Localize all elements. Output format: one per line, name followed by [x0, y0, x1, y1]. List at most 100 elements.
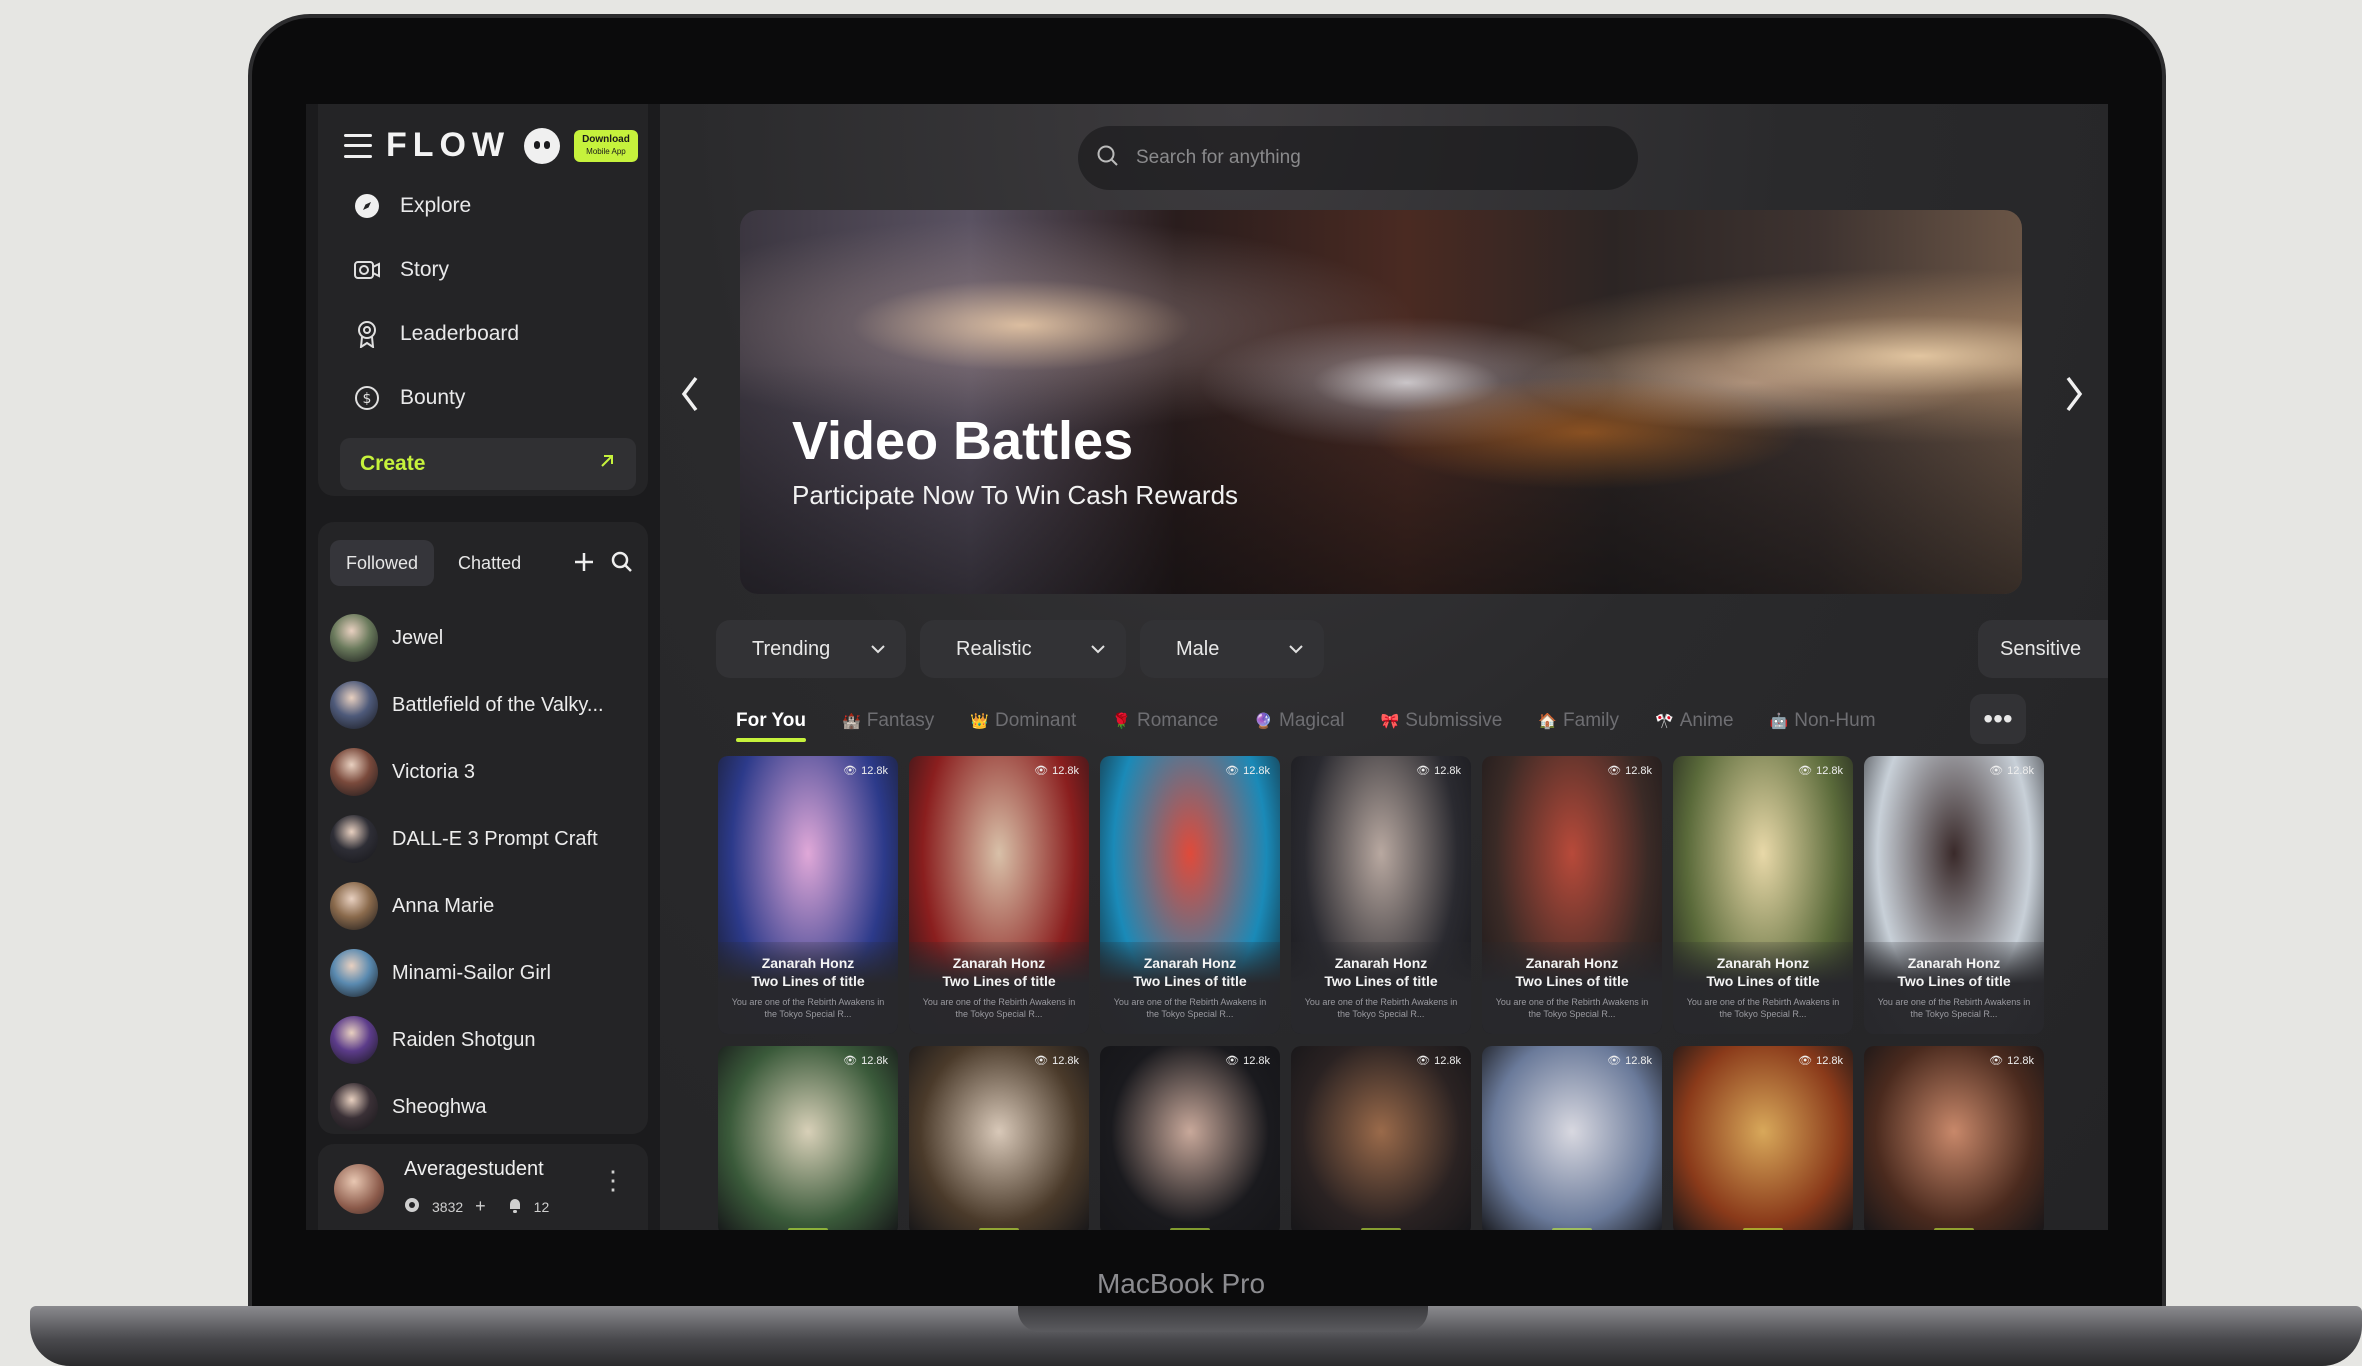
- filter-bar: Trending Realistic Male: [716, 620, 1324, 678]
- card-title: Two Lines of title: [1706, 973, 1820, 989]
- search-bar[interactable]: [1078, 126, 1638, 190]
- carousel-next-icon[interactable]: [2062, 374, 2086, 425]
- character-card[interactable]: 👁 12.8k: [1482, 1046, 1662, 1230]
- eye-icon: 👁: [1416, 765, 1431, 777]
- genre-tab[interactable]: 🌹 Romance: [1112, 710, 1218, 732]
- genre-tab[interactable]: 🔮 Magical: [1254, 710, 1344, 732]
- genre-tab[interactable]: For You: [716, 710, 807, 742]
- card-character-name: Zanarah Honz: [1334, 955, 1428, 971]
- genre-tab[interactable]: 👑 Dominant: [970, 710, 1076, 732]
- eye-icon: 👁: [1416, 1055, 1431, 1067]
- hero-banner[interactable]: Video Battles Participate Now To Win Cas…: [740, 210, 2022, 594]
- genre-tab[interactable]: 🎀 Submissive: [1381, 710, 1503, 732]
- banner-subtitle: Participate Now To Win Cash Rewards: [792, 480, 1239, 510]
- search-icon[interactable]: [610, 550, 634, 579]
- genre-tabs: For You 🏰 Fantasy 👑 Dominant 🌹 Romance 🔮 Magical…: [716, 696, 2036, 746]
- chat-list-item[interactable]: Jewel: [330, 610, 640, 666]
- filter-gender-dropdown[interactable]: Male: [1140, 620, 1324, 678]
- logo[interactable]: FLOW: [386, 126, 510, 165]
- tab-followed[interactable]: Followed: [330, 540, 435, 586]
- card-info: Zanarah Honz Two Lines of title You are on…: [718, 942, 898, 1034]
- card-title: Two Lines of title: [942, 973, 1056, 989]
- character-card[interactable]: 👁 12.8k Zanarah Honz Two Lines of title You …: [1864, 756, 2044, 1034]
- card-title: Two Lines of title: [1324, 973, 1438, 989]
- bell-icon[interactable]: [508, 1197, 522, 1216]
- nav-leaderboard[interactable]: Leaderboard: [340, 308, 640, 360]
- character-card[interactable]: 👁 12.8k: [909, 1046, 1089, 1230]
- character-card[interactable]: 👁 12.8k: [1291, 1046, 1471, 1230]
- genre-emoji-icon: 🎌: [1655, 713, 1674, 730]
- genre-emoji-icon: 🌹: [1112, 713, 1132, 730]
- character-card[interactable]: 👁 12.8k Zanarah Honz Two Lines of title You …: [1100, 756, 1280, 1034]
- eye-icon: 👁: [1225, 765, 1240, 777]
- character-card[interactable]: 👁 12.8k: [1100, 1046, 1280, 1230]
- chat-list-item[interactable]: Battlefield of the Valky...: [330, 677, 640, 733]
- sidebar: FLOW Download Mobile App Explore Story L…: [306, 104, 660, 1230]
- chat-list-item[interactable]: DALL-E 3 Prompt Craft: [330, 811, 640, 867]
- genre-emoji-icon: 🔮: [1254, 713, 1274, 730]
- sensitive-toggle-group: Sensitive: [1978, 620, 2108, 678]
- character-card[interactable]: 👁 12.8k Zanarah Honz Two Lines of title You …: [1291, 756, 1471, 1034]
- genre-tab[interactable]: 🏰 Fantasy: [842, 710, 934, 732]
- genre-tab[interactable]: 🏠 Family: [1538, 710, 1619, 732]
- view-count: 👁 12.8k: [1225, 764, 1270, 778]
- genre-emoji-icon: 🏠: [1538, 713, 1558, 730]
- notification-count: 12: [533, 1198, 550, 1215]
- character-card[interactable]: 👁 12.8k Zanarah Honz Two Lines of title You …: [1482, 756, 1662, 1034]
- download-sublabel: Mobile App: [586, 146, 626, 156]
- character-card[interactable]: 👁 12.8k Zanarah Honz Two Lines of title You …: [909, 756, 1089, 1034]
- genre-label: Fantasy: [866, 710, 935, 731]
- avatar[interactable]: [334, 1164, 384, 1214]
- card-character-name: Zanarah Honz: [1716, 955, 1810, 971]
- view-count: 👁 12.8k: [1416, 1054, 1461, 1068]
- coin-count: 3832: [432, 1198, 464, 1215]
- genre-label: Anime: [1679, 710, 1734, 731]
- chat-list-item[interactable]: Minami-Sailor Girl: [330, 945, 640, 1001]
- character-card[interactable]: 👁 12.8k Zanarah Honz Two Lines of title You …: [1673, 756, 1853, 1034]
- nav-explore[interactable]: Explore: [340, 180, 640, 232]
- view-count-label: 12.8k: [1816, 764, 1843, 777]
- nav-story[interactable]: Story: [340, 244, 640, 296]
- menu-icon[interactable]: [344, 133, 372, 158]
- create-button[interactable]: Create: [340, 438, 636, 490]
- chat-list-item[interactable]: Victoria 3: [330, 744, 640, 800]
- character-card[interactable]: 👁 12.8k Zanarah Honz Two Lines of title You …: [718, 756, 898, 1034]
- character-card[interactable]: 👁 12.8k: [1864, 1046, 2044, 1230]
- nav-bounty[interactable]: $ Bounty: [340, 372, 640, 424]
- card-description: You are one of the Rebirth Awakens in th…: [1877, 997, 2031, 1019]
- chat-list-item[interactable]: Anna Marie: [330, 878, 640, 934]
- chat-list-tools: [572, 550, 634, 579]
- download-app-button[interactable]: Download Mobile App: [574, 129, 638, 162]
- character-card[interactable]: 👁 12.8k: [718, 1046, 898, 1230]
- view-count-label: 12.8k: [1434, 764, 1461, 777]
- add-icon[interactable]: [572, 550, 596, 579]
- add-coins-icon[interactable]: +: [475, 1196, 486, 1217]
- tab-chatted[interactable]: Chatted: [442, 540, 537, 586]
- card-highlight: [1552, 1228, 1592, 1230]
- chevron-down-icon: [871, 645, 885, 654]
- genre-tab[interactable]: 🎌 Anime: [1655, 710, 1734, 732]
- card-info: Zanarah Honz Two Lines of title You are on…: [1100, 942, 1280, 1034]
- card-info: Zanarah Honz Two Lines of title You are on…: [1673, 942, 1853, 1034]
- coin-icon: [404, 1197, 420, 1216]
- search-input[interactable]: [1136, 147, 1556, 169]
- main-content: Video Battles Participate Now To Win Cas…: [660, 104, 2108, 1230]
- eye-icon: 👁: [1225, 1055, 1240, 1067]
- carousel-prev-icon[interactable]: [678, 374, 702, 425]
- view-count: 👁 12.8k: [1607, 1054, 1652, 1068]
- genre-tab[interactable]: 🤖 Non-Hum: [1770, 710, 1876, 732]
- genre-emoji-icon: 👑: [970, 713, 989, 730]
- genre-label: Magical: [1279, 710, 1345, 731]
- filter-label: Trending: [752, 637, 831, 660]
- filter-trending-dropdown[interactable]: Trending: [716, 620, 906, 678]
- card-character-name: Zanarah Honz: [1525, 955, 1619, 971]
- chat-list-item[interactable]: Sheoghwa: [330, 1079, 640, 1135]
- user-card[interactable]: Averagestudent 3832 + 12 ⋮: [318, 1144, 648, 1230]
- character-card[interactable]: 👁 12.8k: [1673, 1046, 1853, 1230]
- chat-name: Jewel: [392, 626, 444, 649]
- avatar: [330, 1016, 378, 1064]
- more-vertical-icon[interactable]: ⋮: [600, 1167, 626, 1193]
- filter-style-dropdown[interactable]: Realistic: [920, 620, 1126, 678]
- chat-list-item[interactable]: Raiden Shotgun: [330, 1012, 640, 1068]
- more-genres-button[interactable]: •••: [1970, 694, 2026, 744]
